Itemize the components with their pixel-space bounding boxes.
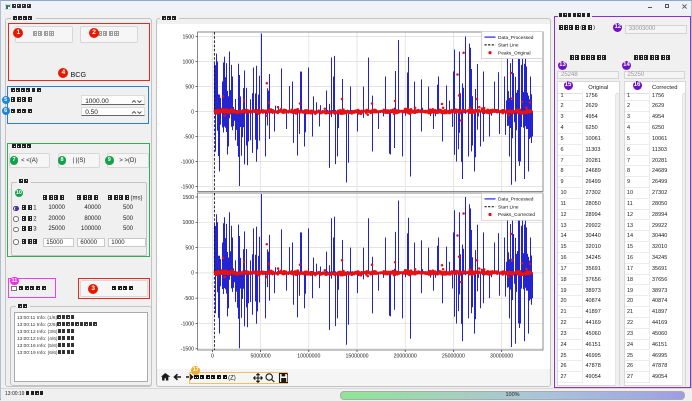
svg-text:500: 500: [185, 245, 194, 251]
svg-text:1500: 1500: [182, 34, 194, 40]
svg-text:5000000: 5000000: [250, 353, 270, 359]
svg-text:1500: 1500: [182, 194, 194, 200]
svg-text:-1000: -1000: [181, 159, 194, 165]
svg-text:500: 500: [185, 84, 194, 90]
svg-text:Start Line: Start Line: [498, 42, 519, 48]
svg-text:-500: -500: [184, 296, 194, 302]
svg-text:0: 0: [211, 353, 214, 359]
svg-text:0: 0: [191, 109, 194, 115]
svg-text:15000000: 15000000: [345, 353, 368, 359]
svg-text:-1000: -1000: [181, 321, 194, 327]
svg-text:Start Line: Start Line: [498, 204, 519, 210]
svg-text:-1500: -1500: [181, 346, 194, 352]
svg-text:30000000: 30000000: [490, 353, 513, 359]
svg-text:10000000: 10000000: [297, 353, 320, 359]
svg-text:Data_Processed: Data_Processed: [498, 196, 534, 202]
svg-text:1000: 1000: [182, 59, 194, 65]
svg-text:20000000: 20000000: [394, 353, 417, 359]
svg-text:Peaks_Corrected: Peaks_Corrected: [498, 212, 535, 218]
svg-text:Data_Processed: Data_Processed: [498, 34, 534, 40]
svg-text:-1500: -1500: [181, 184, 194, 190]
svg-text:25000000: 25000000: [442, 353, 465, 359]
svg-text:Peaks_Original: Peaks_Original: [498, 50, 531, 56]
svg-text:-500: -500: [184, 134, 194, 140]
svg-text:0: 0: [191, 270, 194, 276]
svg-text:1000: 1000: [182, 220, 194, 226]
